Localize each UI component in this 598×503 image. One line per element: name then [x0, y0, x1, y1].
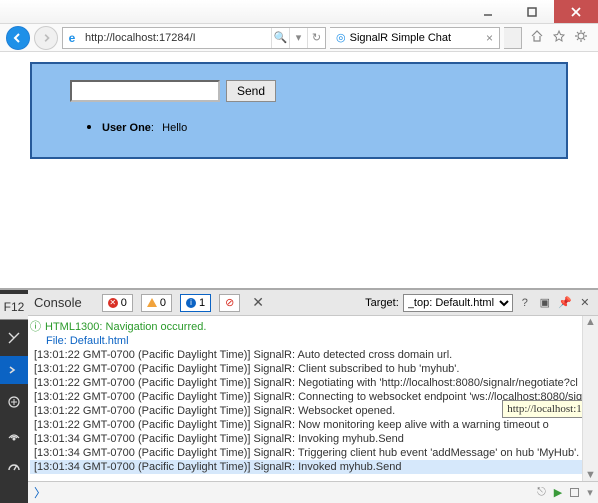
chat-panel: Send User One: Hello — [30, 62, 568, 159]
devtools-main: Console ✕0 0 i1 ⊘ ✕ Target: _top: Defaul… — [28, 290, 598, 503]
console-log[interactable]: ⓘ HTML1300: Navigation occurred. File: De… — [28, 316, 598, 481]
tools-icon[interactable] — [574, 29, 588, 46]
address-dropdown-icon[interactable]: ▾ — [289, 28, 307, 48]
tab-favicon: ◎ — [336, 31, 346, 44]
browser-navbar: e 🔍 ▾ ↻ ◎ SignalR Simple Chat × — [0, 24, 598, 52]
message-input[interactable] — [70, 80, 220, 102]
tab-close-icon[interactable]: × — [486, 31, 493, 45]
favorites-icon[interactable] — [552, 29, 566, 46]
log-file: File: Default.html — [46, 334, 597, 348]
minimize-button[interactable] — [466, 0, 510, 23]
warning-badge[interactable]: 0 — [141, 294, 172, 312]
window-titlebar — [0, 0, 598, 24]
log-text: [13:01:22 GMT-0700 (Pacific Daylight Tim… — [34, 404, 395, 418]
refresh-icon[interactable]: ↻ — [307, 28, 325, 48]
ie-icon: e — [63, 29, 81, 47]
new-tab-button[interactable] — [504, 27, 522, 49]
error-badge[interactable]: ✕0 — [102, 294, 133, 312]
tooltip: http://localhost:1 — [502, 400, 587, 418]
devtools-sidebar: F12 — [0, 290, 28, 503]
address-bar[interactable]: e 🔍 ▾ ↻ — [62, 27, 326, 49]
log-text: [13:01:34 GMT-0700 (Pacific Daylight Tim… — [34, 446, 579, 460]
chevron-down-icon[interactable]: ▾ — [587, 486, 593, 499]
address-input[interactable] — [81, 32, 271, 44]
chevron-icon[interactable]: 〉 — [34, 484, 46, 501]
log-text: [13:01:22 GMT-0700 (Pacific Daylight Tim… — [34, 362, 459, 376]
log-text: [13:01:34 GMT-0700 (Pacific Daylight Tim… — [34, 432, 404, 446]
network-icon[interactable] — [0, 420, 28, 448]
maximize-button[interactable] — [510, 0, 554, 23]
clear-icon[interactable]: ✕ — [252, 294, 264, 311]
home-icon[interactable] — [530, 29, 544, 46]
log-text: [13:01:34 GMT-0700 (Pacific Daylight Tim… — [34, 460, 401, 474]
close-button[interactable] — [554, 0, 598, 23]
debugger-icon[interactable] — [0, 388, 28, 416]
log-text: [13:01:22 GMT-0700 (Pacific Daylight Tim… — [34, 376, 578, 390]
tab-title: SignalR Simple Chat — [350, 32, 482, 44]
stop-icon[interactable] — [570, 488, 579, 497]
target-label: Target: — [365, 297, 399, 309]
undock-icon[interactable]: ▣ — [537, 295, 553, 311]
log-text: HTML1300: Navigation occurred. — [45, 320, 206, 334]
scrollbar[interactable]: ▲▼ — [582, 316, 598, 481]
devtools-footer: 〉 ⎋ ▶ ▾ — [28, 481, 598, 503]
devtools-toolbar: Console ✕0 0 i1 ⊘ ✕ Target: _top: Defaul… — [28, 290, 598, 316]
console-title: Console — [34, 295, 82, 310]
send-button[interactable]: Send — [226, 80, 276, 102]
help-icon[interactable]: ? — [517, 295, 533, 311]
f12-label: F12 — [0, 294, 28, 320]
browser-tab[interactable]: ◎ SignalR Simple Chat × — [330, 27, 500, 49]
dom-explorer-icon[interactable] — [0, 324, 28, 352]
info-badge[interactable]: i1 — [180, 294, 211, 312]
pin-icon[interactable]: 📌 — [557, 295, 573, 311]
info-icon: ⓘ — [30, 320, 41, 334]
log-text: [13:01:22 GMT-0700 (Pacific Daylight Tim… — [34, 348, 452, 362]
devtools-close-icon[interactable]: ✕ — [577, 295, 593, 311]
search-dropdown-icon[interactable]: 🔍 — [271, 28, 289, 48]
target-select[interactable]: _top: Default.html — [403, 294, 513, 312]
break-icon[interactable]: ⎋ — [537, 486, 546, 499]
log-text: [13:01:22 GMT-0700 (Pacific Daylight Tim… — [34, 418, 549, 432]
forward-button[interactable] — [34, 26, 58, 50]
play-icon[interactable]: ▶ — [554, 486, 562, 499]
back-button[interactable] — [6, 26, 30, 50]
page-viewport: Send User One: Hello — [0, 52, 598, 288]
message-list: User One: Hello — [52, 118, 546, 135]
list-item: User One: Hello — [102, 118, 546, 135]
message-user: User One — [102, 122, 151, 134]
message-text: Hello — [162, 122, 187, 134]
devtools-panel: F12 Console ✕0 0 i1 ⊘ ✕ Target: _top: De… — [0, 288, 598, 503]
filter-icon[interactable]: ⊘ — [219, 294, 240, 312]
profiler-icon[interactable] — [0, 452, 28, 480]
console-icon[interactable] — [0, 356, 28, 384]
